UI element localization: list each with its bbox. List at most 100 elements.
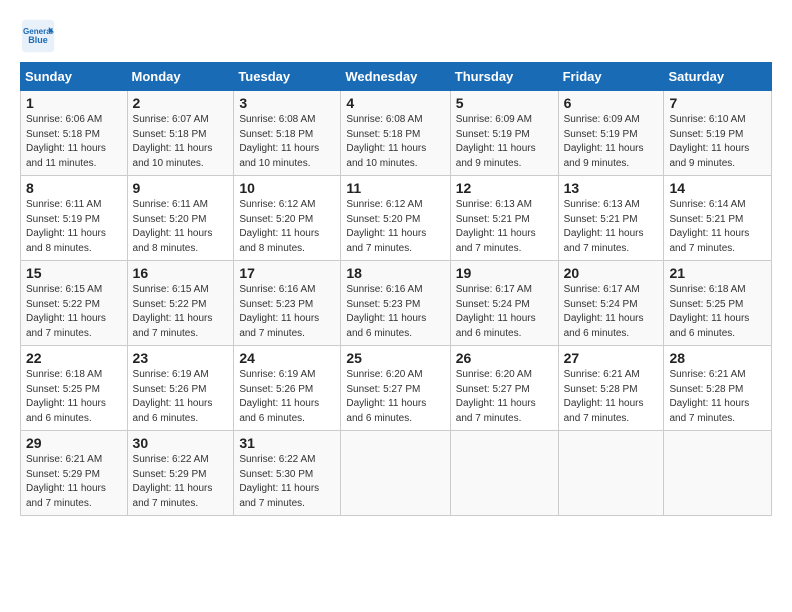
day-number: 15: [26, 265, 122, 281]
day-number: 10: [239, 180, 335, 196]
day-info: Sunrise: 6:15 AM Sunset: 5:22 PM Dayligh…: [133, 283, 229, 341]
day-info: Sunrise: 6:22 AM Sunset: 5:30 PM Dayligh…: [239, 453, 335, 511]
calendar-day-14: 14 Sunrise: 6:14 AM Sunset: 5:21 PM Dayli…: [664, 176, 772, 261]
calendar-day-20: 20Sunrise: 6:17 AM Sunset: 5:24 PM Dayli…: [558, 261, 664, 346]
day-info: Sunrise: 6:22 AM Sunset: 5:29 PM Dayligh…: [133, 453, 229, 511]
day-number: 4: [346, 95, 444, 111]
svg-text:Blue: Blue: [28, 35, 48, 45]
day-number: 8: [26, 180, 122, 196]
day-number: 2: [133, 95, 229, 111]
day-number: 31: [239, 435, 335, 451]
day-info: Sunrise: 6:08 AM Sunset: 5:18 PM Dayligh…: [346, 113, 444, 171]
day-info: Sunrise: 6:21 AM Sunset: 5:29 PM Dayligh…: [26, 453, 122, 511]
calendar-day-23: 23 Sunrise: 6:19 AM Sunset: 5:26 PM Dayli…: [127, 346, 234, 431]
day-info: Sunrise: 6:09 AM Sunset: 5:19 PM Dayligh…: [564, 113, 659, 171]
day-number: 5: [456, 95, 553, 111]
day-info: Sunrise: 6:12 AM Sunset: 5:20 PM Dayligh…: [346, 198, 444, 256]
day-number: 28: [669, 350, 766, 366]
calendar-day-18: 18Sunrise: 6:16 AM Sunset: 5:23 PM Dayli…: [341, 261, 450, 346]
day-number: 1: [26, 95, 122, 111]
calendar-day-28: 28 Sunrise: 6:21 AM Sunset: 5:28 PM Dayli…: [664, 346, 772, 431]
day-info: Sunrise: 6:13 AM Sunset: 5:21 PM Dayligh…: [564, 198, 659, 256]
day-number: 24: [239, 350, 335, 366]
calendar-day-6: 6 Sunrise: 6:09 AM Sunset: 5:19 PM Daylig…: [558, 91, 664, 176]
calendar-header-thursday: Thursday: [450, 63, 558, 91]
calendar-header-row: SundayMondayTuesdayWednesdayThursdayFrid…: [21, 63, 772, 91]
calendar-day-31: 31 Sunrise: 6:22 AM Sunset: 5:30 PM Dayli…: [234, 431, 341, 516]
calendar-week-row: 29 Sunrise: 6:21 AM Sunset: 5:29 PM Dayli…: [21, 431, 772, 516]
day-info: Sunrise: 6:09 AM Sunset: 5:19 PM Dayligh…: [456, 113, 553, 171]
day-number: 7: [669, 95, 766, 111]
calendar-header-sunday: Sunday: [21, 63, 128, 91]
calendar-day-26: 26 Sunrise: 6:20 AM Sunset: 5:27 PM Dayli…: [450, 346, 558, 431]
calendar-header-tuesday: Tuesday: [234, 63, 341, 91]
calendar-day-7: 7 Sunrise: 6:10 AM Sunset: 5:19 PM Daylig…: [664, 91, 772, 176]
day-info: Sunrise: 6:11 AM Sunset: 5:19 PM Dayligh…: [26, 198, 122, 256]
day-info: Sunrise: 6:20 AM Sunset: 5:27 PM Dayligh…: [346, 368, 444, 426]
day-number: 9: [133, 180, 229, 196]
day-info: Sunrise: 6:13 AM Sunset: 5:21 PM Dayligh…: [456, 198, 553, 256]
header: General Blue: [20, 18, 772, 54]
day-info: Sunrise: 6:06 AM Sunset: 5:18 PM Dayligh…: [26, 113, 122, 171]
calendar-day-10: 10 Sunrise: 6:12 AM Sunset: 5:20 PM Dayli…: [234, 176, 341, 261]
day-number: 17: [239, 265, 335, 281]
day-info: Sunrise: 6:19 AM Sunset: 5:26 PM Dayligh…: [239, 368, 335, 426]
calendar-day-4: 4 Sunrise: 6:08 AM Sunset: 5:18 PM Daylig…: [341, 91, 450, 176]
calendar-day-30: 30 Sunrise: 6:22 AM Sunset: 5:29 PM Dayli…: [127, 431, 234, 516]
day-number: 23: [133, 350, 229, 366]
calendar-day-2: 2 Sunrise: 6:07 AM Sunset: 5:18 PM Daylig…: [127, 91, 234, 176]
day-info: Sunrise: 6:12 AM Sunset: 5:20 PM Dayligh…: [239, 198, 335, 256]
calendar-day-8: 8 Sunrise: 6:11 AM Sunset: 5:19 PM Daylig…: [21, 176, 128, 261]
calendar-day-12: 12 Sunrise: 6:13 AM Sunset: 5:21 PM Dayli…: [450, 176, 558, 261]
page: General Blue SundayMondayTuesdayWednesda…: [0, 0, 792, 612]
calendar-header-wednesday: Wednesday: [341, 63, 450, 91]
day-number: 11: [346, 180, 444, 196]
day-number: 27: [564, 350, 659, 366]
calendar-table: SundayMondayTuesdayWednesdayThursdayFrid…: [20, 62, 772, 516]
day-info: Sunrise: 6:18 AM Sunset: 5:25 PM Dayligh…: [669, 283, 766, 341]
calendar-day-11: 11 Sunrise: 6:12 AM Sunset: 5:20 PM Dayli…: [341, 176, 450, 261]
day-number: 19: [456, 265, 553, 281]
calendar-day-16: 16 Sunrise: 6:15 AM Sunset: 5:22 PM Dayli…: [127, 261, 234, 346]
day-number: 12: [456, 180, 553, 196]
calendar-header-friday: Friday: [558, 63, 664, 91]
calendar-day-24: 24 Sunrise: 6:19 AM Sunset: 5:26 PM Dayli…: [234, 346, 341, 431]
calendar-header-saturday: Saturday: [664, 63, 772, 91]
calendar-week-row: 1 Sunrise: 6:06 AM Sunset: 5:18 PM Daylig…: [21, 91, 772, 176]
day-number: 6: [564, 95, 659, 111]
day-info: Sunrise: 6:07 AM Sunset: 5:18 PM Dayligh…: [133, 113, 229, 171]
logo-icon: General Blue: [20, 18, 56, 54]
day-info: Sunrise: 6:19 AM Sunset: 5:26 PM Dayligh…: [133, 368, 229, 426]
day-number: 18: [346, 265, 444, 281]
logo: General Blue: [20, 18, 56, 54]
calendar-week-row: 22 Sunrise: 6:18 AM Sunset: 5:25 PM Dayli…: [21, 346, 772, 431]
day-number: 29: [26, 435, 122, 451]
day-number: 26: [456, 350, 553, 366]
day-number: 30: [133, 435, 229, 451]
day-info: Sunrise: 6:14 AM Sunset: 5:21 PM Dayligh…: [669, 198, 766, 256]
day-info: Sunrise: 6:20 AM Sunset: 5:27 PM Dayligh…: [456, 368, 553, 426]
day-number: 16: [133, 265, 229, 281]
day-info: Sunrise: 6:11 AM Sunset: 5:20 PM Dayligh…: [133, 198, 229, 256]
calendar-day-17: 17Sunrise: 6:16 AM Sunset: 5:23 PM Dayli…: [234, 261, 341, 346]
calendar-header-monday: Monday: [127, 63, 234, 91]
calendar-day-19: 19 Sunrise: 6:17 AM Sunset: 5:24 PM Dayli…: [450, 261, 558, 346]
day-number: 20: [564, 265, 659, 281]
day-number: 14: [669, 180, 766, 196]
day-number: 25: [346, 350, 444, 366]
calendar-day-15: 15Sunrise: 6:15 AM Sunset: 5:22 PM Dayli…: [21, 261, 128, 346]
day-number: 3: [239, 95, 335, 111]
calendar-day-13: 13Sunrise: 6:13 AM Sunset: 5:21 PM Dayli…: [558, 176, 664, 261]
day-info: Sunrise: 6:17 AM Sunset: 5:24 PM Dayligh…: [456, 283, 553, 341]
day-info: Sunrise: 6:21 AM Sunset: 5:28 PM Dayligh…: [669, 368, 766, 426]
day-number: 22: [26, 350, 122, 366]
day-info: Sunrise: 6:18 AM Sunset: 5:25 PM Dayligh…: [26, 368, 122, 426]
day-info: Sunrise: 6:10 AM Sunset: 5:19 PM Dayligh…: [669, 113, 766, 171]
calendar-day-9: 9 Sunrise: 6:11 AM Sunset: 5:20 PM Daylig…: [127, 176, 234, 261]
calendar-day-27: 27 Sunrise: 6:21 AM Sunset: 5:28 PM Dayli…: [558, 346, 664, 431]
calendar-day-1: 1 Sunrise: 6:06 AM Sunset: 5:18 PM Daylig…: [21, 91, 128, 176]
day-number: 21: [669, 265, 766, 281]
calendar-empty-cell: [558, 431, 664, 516]
calendar-day-3: 3Sunrise: 6:08 AM Sunset: 5:18 PM Daylig…: [234, 91, 341, 176]
day-info: Sunrise: 6:21 AM Sunset: 5:28 PM Dayligh…: [564, 368, 659, 426]
